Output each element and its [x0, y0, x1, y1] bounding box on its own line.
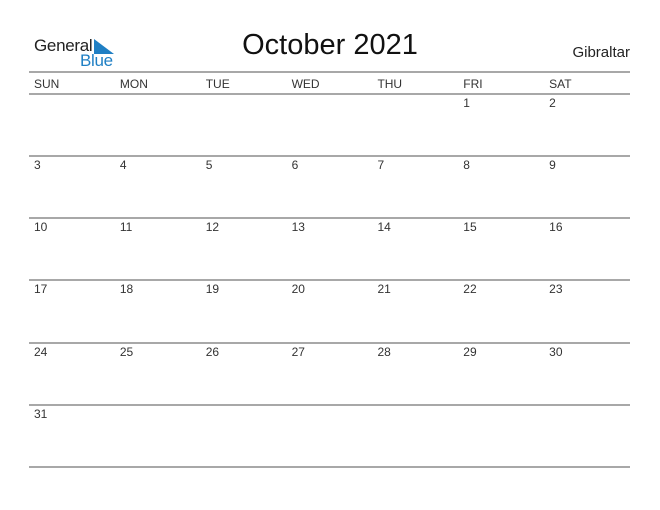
day-cell: 5: [205, 158, 213, 172]
day-cell: 30: [549, 345, 563, 359]
day-cell: 14: [377, 220, 391, 234]
week-divider: [29, 217, 630, 219]
day-cell: 17: [34, 282, 48, 296]
day-cell: 15: [463, 220, 477, 234]
day-cell: 8: [463, 158, 470, 172]
weekday-header-wed: WED: [291, 77, 320, 91]
day-cell: 26: [205, 345, 220, 359]
day-cell: 9: [549, 158, 556, 172]
day-cell: 22: [463, 282, 477, 296]
day-cell: 31: [34, 407, 48, 421]
week-divider: [29, 466, 630, 468]
day-cell: 19: [205, 282, 220, 296]
day-cell: 23: [549, 282, 563, 296]
week-divider: [29, 404, 630, 406]
day-cell: 16: [549, 220, 563, 234]
weekday-header-sun: SUN: [34, 77, 60, 91]
day-cell: 20: [291, 282, 305, 296]
region-label: Gibraltar: [572, 44, 630, 61]
day-cell: 12: [205, 220, 220, 234]
day-cell: 13: [291, 220, 305, 234]
week-divider: [29, 342, 630, 344]
day-cell: 18: [119, 282, 134, 296]
day-cell: 6: [291, 158, 299, 172]
week-divider: [29, 155, 630, 157]
weekday-header-mon: MON: [119, 77, 148, 91]
page-title: October 2021: [242, 29, 418, 61]
day-cell: 11: [119, 220, 133, 234]
day-cell: 1: [463, 96, 470, 110]
day-cell: 21: [377, 282, 391, 296]
day-cell: 29: [463, 345, 477, 359]
day-cell: 24: [34, 345, 48, 359]
day-cell: 3: [34, 158, 41, 172]
header-bottom-divider: [29, 93, 630, 95]
weekday-header-sat: SAT: [549, 77, 572, 91]
day-cell: 2: [549, 96, 556, 110]
day-cell: 7: [377, 158, 385, 172]
day-cell: 10: [34, 220, 48, 234]
day-cell: 25: [119, 345, 134, 359]
day-cell: 27: [291, 345, 305, 359]
day-cell: 4: [119, 158, 127, 172]
header-top-divider: [29, 71, 630, 73]
weekday-header-tue: TUE: [205, 77, 230, 91]
weekday-header-thu: THU: [377, 77, 403, 91]
day-cell: 28: [377, 345, 391, 359]
week-divider: [29, 279, 630, 281]
weekday-header-fri: FRI: [463, 77, 483, 91]
